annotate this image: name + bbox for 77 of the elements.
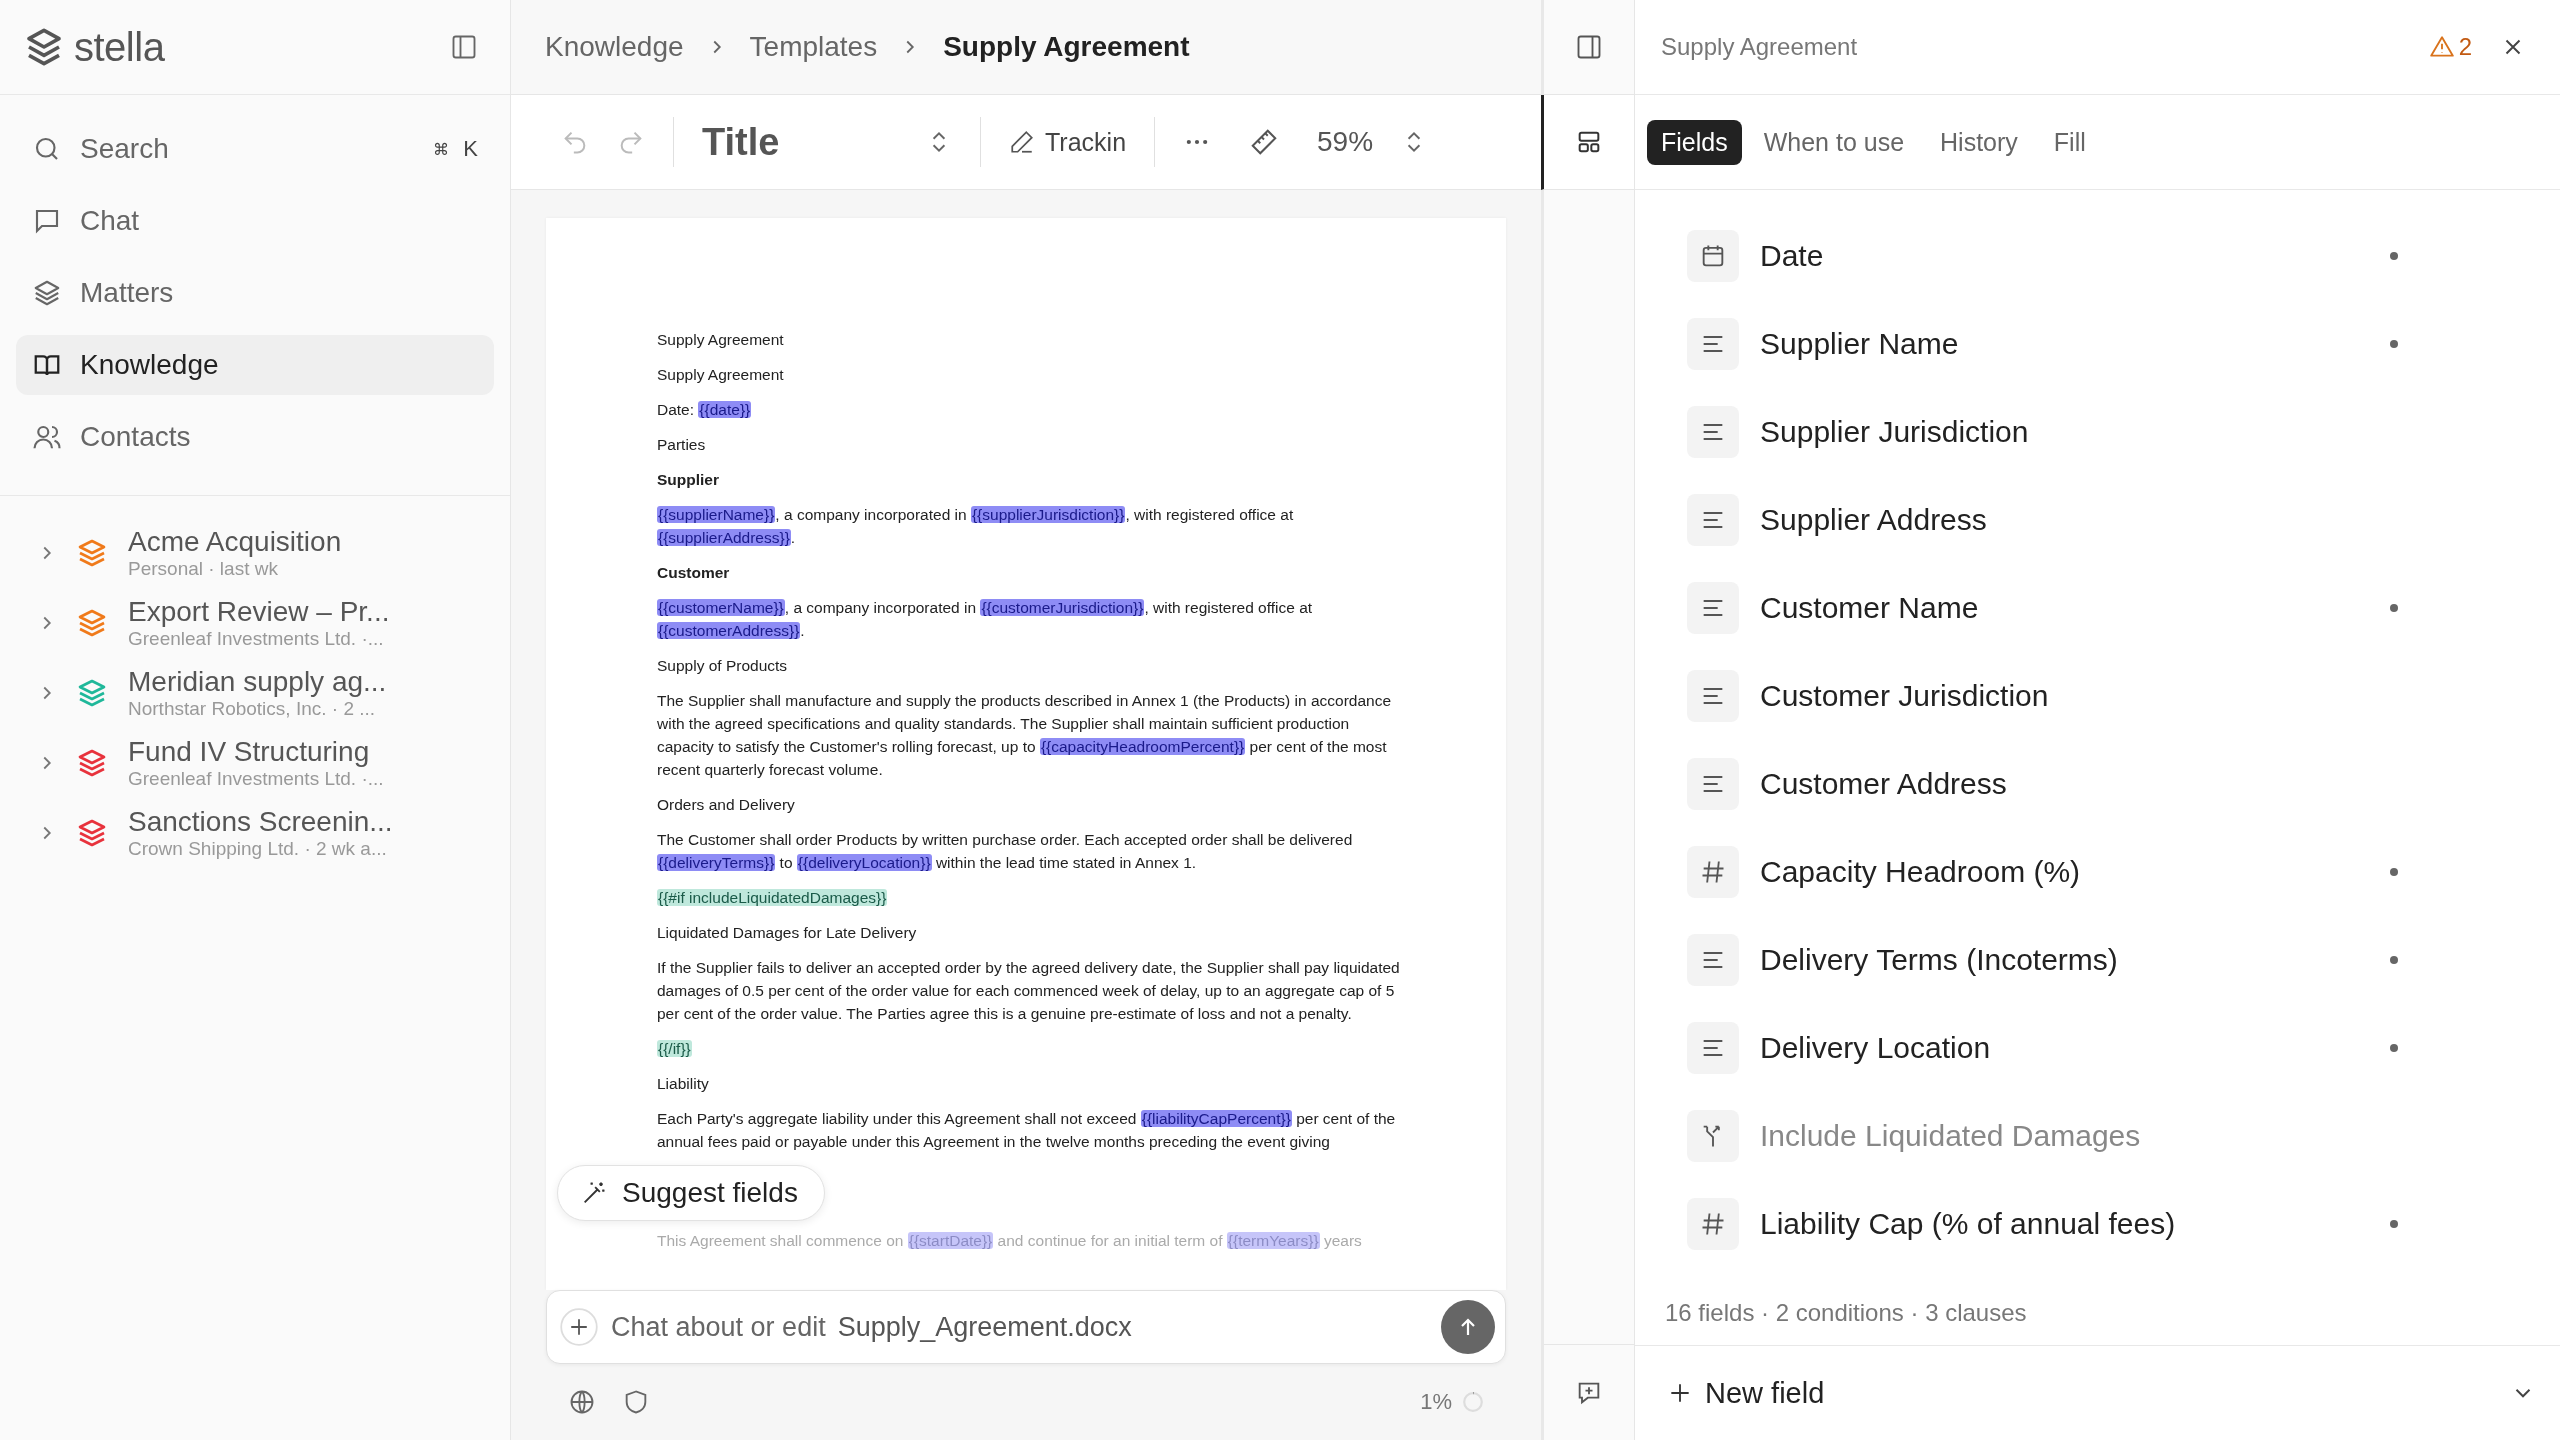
tab[interactable]: History: [1926, 119, 2032, 165]
panel-title: Supply Agreement: [1661, 33, 1858, 61]
document-paragraph: {{/if}}: [657, 1039, 693, 1059]
document-paragraph: Liquidated Damages for Late Delivery: [657, 923, 918, 943]
nav-item[interactable]: Knowledge: [16, 335, 494, 395]
document-paragraph: Supply Agreement: [657, 330, 785, 350]
matter-meta: Greenleaf Investments Ltd. ·...: [128, 768, 384, 790]
suggest-fields-button[interactable]: Suggest fields: [557, 1165, 825, 1221]
field-name[interactable]: Customer Address: [1760, 767, 2007, 801]
breadcrumb-item[interactable]: Knowledge: [545, 31, 684, 63]
tab[interactable]: Fill: [2039, 119, 2100, 165]
sidebar-toggle-icon[interactable]: [450, 33, 478, 61]
tab[interactable]: When to use: [1749, 119, 1919, 165]
field-name[interactable]: Supplier Name: [1760, 327, 1959, 361]
document-paragraph: {{supplierName}}, a company incorporated in {{supplierJurisdiction}}, with registered office at {{supplierAddress}}.: [657, 505, 1295, 548]
plus-icon[interactable]: [559, 1307, 599, 1347]
field-name[interactable]: Capacity Headroom (%): [1760, 855, 2081, 889]
globe-icon[interactable]: [568, 1388, 596, 1416]
document-paragraph: {{#if includeLiquidatedDamages}}: [657, 888, 889, 908]
field-name[interactable]: Customer Jurisdiction: [1760, 679, 2049, 713]
matter-name[interactable]: Export Review – Pr...: [128, 596, 390, 628]
matter-name[interactable]: Acme Acquisition: [128, 526, 342, 558]
chat-input[interactable]: Chat about or edit Supply_Agreement.docx: [546, 1290, 1506, 1364]
shortcut-key: K: [463, 136, 478, 162]
field-name[interactable]: Customer Name: [1760, 591, 1979, 625]
layers-icon: [32, 278, 62, 308]
nav-item[interactable]: Contacts: [16, 407, 494, 467]
style-select[interactable]: Title: [702, 120, 952, 164]
panel-toggle-icon[interactable]: [1575, 33, 1603, 61]
fields-summary: 16 fields · 2 conditions · 3 clauses: [1635, 1267, 2560, 1346]
document-paragraph: Each Party's aggregate liability under this Agreement shall not exceed {{liabilityCapPercent}} per cent of the annual fees paid or payable under this Agreement in the twelve months preceding the event giving: [657, 1109, 1397, 1152]
chat-placeholder: Chat about or edit: [611, 1311, 826, 1343]
tab[interactable]: Fields: [1647, 119, 1742, 165]
field-name[interactable]: Delivery Location: [1760, 1031, 1991, 1065]
context-usage: 1%: [1420, 1389, 1452, 1415]
field-name[interactable]: Include Liquidated Damages: [1760, 1119, 2141, 1153]
matter-meta: Greenleaf Investments Ltd. ·...: [128, 628, 385, 650]
matter-meta: Personal · last wk: [128, 558, 279, 580]
tracking-button[interactable]: Trackin: [1009, 127, 1127, 157]
nav-item[interactable]: Chat: [16, 191, 494, 251]
file-name: Supply_Agreement.docx: [837, 1311, 1133, 1343]
brand-name: stella: [74, 24, 165, 70]
field-name[interactable]: Liability Cap (% of annual fees): [1760, 1207, 2176, 1241]
field-name[interactable]: Delivery Terms (Incoterms): [1760, 943, 2118, 977]
new-field-button[interactable]: New field: [1667, 1376, 1825, 1410]
document-paragraph: The Supplier shall manufacture and supply the products described in Annex 1 (the Products) in accordance with the agreed specifications and quality standards. The Supplier shall maintain sufficient production capacity to satisfy the Customer's rolling forecast, up to {{capacityHeadroomPercent}} per cent of the most recent quarterly forecast volume.: [657, 691, 1393, 780]
matter-name[interactable]: Meridian supply ag...: [128, 666, 387, 698]
matter-meta: Crown Shipping Ltd. · 2 wk a...: [128, 838, 388, 860]
matter-meta: Northstar Robotics, Inc. · 2 ...: [128, 698, 377, 720]
document-paragraph: Liability: [657, 1074, 710, 1094]
shortcut-key: ⌘: [433, 139, 450, 159]
usage-ring: [1462, 1391, 1484, 1413]
field-name[interactable]: Supplier Jurisdiction: [1760, 415, 2029, 449]
logo-icon: [24, 27, 64, 67]
matter-name[interactable]: Fund IV Structuring: [128, 736, 384, 768]
warning-icon: [2428, 34, 2455, 60]
send-button[interactable]: [1441, 1300, 1495, 1354]
document-paragraph: Supply of Products: [657, 656, 789, 676]
pencil-icon: [1009, 129, 1035, 155]
nav-item[interactable]: Search ⌘ K: [16, 119, 494, 179]
document-paragraph: Orders and Delivery: [657, 795, 796, 815]
document-paragraph: Date: {{date}}: [657, 400, 753, 420]
breadcrumb-item: Supply Agreement: [943, 31, 1190, 63]
document-paragraph: The Customer shall order Products by written purchase order. Each accepted order shall be delivered {{deliveryTerms}} to {{deliveryLocation}} within the lead time stated in Annex 1.: [657, 830, 1354, 873]
zoom-level[interactable]: 59%: [1317, 126, 1374, 158]
document-paragraph: Supply Agreement: [657, 365, 785, 385]
document-heading: Customer: [657, 563, 731, 583]
matter-name[interactable]: Sanctions Screenin...: [128, 806, 393, 838]
nav-item[interactable]: Matters: [16, 263, 494, 323]
document-heading: Supplier: [657, 470, 720, 490]
warning-badge[interactable]: 2: [2428, 33, 2472, 61]
document-paragraph: Parties: [657, 435, 707, 455]
document-paragraph: {{customerName}}, a company incorporated in {{customerJurisdiction}}, with registered office at {{customerAddress}}.: [657, 598, 1314, 641]
breadcrumb-item[interactable]: Templates: [749, 31, 878, 63]
field-name[interactable]: Date: [1760, 239, 1824, 273]
document-paragraph: If the Supplier fails to deliver an accepted order by the agreed delivery date, the Supplier shall pay liquidated damages of 0.5 per cent of the order value for each commenced week of delay, up to an aggregate cap of 5 per cent of the order value. The Parties agree this is a genuine pre-estimate of loss and not a penalty.: [657, 958, 1401, 1024]
field-name[interactable]: Supplier Address: [1760, 503, 1987, 537]
